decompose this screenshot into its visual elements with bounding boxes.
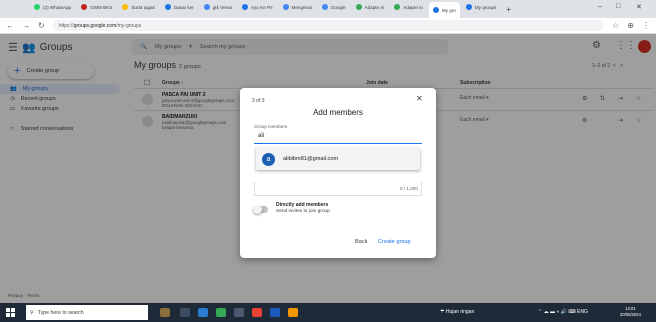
- system-tray[interactable]: ⌃ ☁ ▬ ◖ 🔊 ⌨ ENG: [538, 309, 588, 315]
- tab-label: Adapte In: [403, 4, 423, 10]
- group-members-input[interactable]: ali: [254, 130, 422, 144]
- maximize-icon[interactable]: □: [616, 3, 620, 10]
- tab-favicon-icon: [34, 4, 40, 10]
- toggle-title: Directly add members: [276, 202, 329, 208]
- back-icon[interactable]: ←: [6, 21, 14, 30]
- clock[interactable]: 12:01 20/05/2024: [620, 306, 641, 318]
- forward-icon[interactable]: →: [22, 21, 30, 30]
- tab-label: My gro: [441, 7, 456, 13]
- add-members-dialog: 3 of 3 ✕ Add members Group members ali a…: [240, 88, 436, 258]
- file-explorer-icon[interactable]: [198, 308, 208, 317]
- chrome-icon[interactable]: [252, 308, 262, 317]
- windows-taskbar: ⚲ Type here to search ☂ Hujan ringan ⌃ ☁…: [0, 303, 656, 322]
- browser-tab-strip: (2) WhatsApp GWM BKS Surat tugas Dasar ker g…: [0, 0, 656, 18]
- address-bar: ← → ↻ https://groups.google.com/my-group…: [0, 18, 656, 34]
- tab-label: My groups: [474, 4, 497, 10]
- url-prefix: https://: [58, 22, 74, 29]
- browser-tab[interactable]: (2) WhatsApp: [30, 0, 75, 14]
- tab-favicon-icon: [355, 4, 362, 10]
- url-field[interactable]: https://groups.google.com/my-groups: [52, 20, 605, 31]
- tab-favicon-icon: [164, 4, 171, 10]
- windows-start-icon[interactable]: [6, 308, 15, 317]
- close-icon[interactable]: ✕: [416, 94, 423, 103]
- tab-favicon-icon: [432, 7, 439, 13]
- create-group-submit-button[interactable]: Create group: [378, 239, 411, 245]
- browser-tab[interactable]: My gro: [428, 2, 460, 18]
- tab-label: gtk Verva: [212, 4, 232, 10]
- url-path: /my-groups: [116, 22, 142, 29]
- browser-tab[interactable]: Adapte In: [352, 0, 389, 14]
- tab-label: Dasar ker: [173, 4, 194, 10]
- clock-time: 12:01: [625, 306, 636, 311]
- taskbar-search[interactable]: ⚲ Type here to search: [26, 305, 148, 320]
- browser-tab[interactable]: Surat tugas: [118, 0, 159, 14]
- browser-tab[interactable]: GWM BKS: [77, 0, 116, 14]
- close-window-icon[interactable]: ✕: [636, 3, 642, 11]
- tab-favicon-icon: [241, 4, 248, 10]
- tab-label: GWM BKS: [90, 4, 113, 10]
- back-button[interactable]: Back: [355, 239, 367, 245]
- dialog-title: Add members: [313, 108, 363, 117]
- direct-add-toggle[interactable]: [253, 205, 268, 214]
- browser-menu-icon[interactable]: ⋮: [642, 21, 650, 30]
- tab-favicon-icon: [465, 4, 472, 10]
- browser-tab[interactable]: Dasar ker: [161, 0, 198, 14]
- taskbar-app-icon[interactable]: [160, 308, 170, 317]
- tab-favicon-icon: [122, 4, 129, 10]
- tab-favicon-icon: [282, 4, 289, 10]
- weather-widget[interactable]: ☂ Hujan ringan: [440, 309, 474, 315]
- browser-tab[interactable]: Adapte In: [390, 0, 427, 14]
- taskbar-app-icon[interactable]: [234, 308, 244, 317]
- browser-tab[interactable]: Ayo Ke Pe: [238, 0, 277, 14]
- search-icon: ⚲: [30, 309, 34, 316]
- extensions-icon[interactable]: ⊕: [627, 21, 634, 30]
- clock-date: 20/05/2024: [620, 312, 641, 317]
- weather-text: Hujan ringan: [445, 309, 475, 315]
- suggestion-email: alibibm81@gmail.com: [283, 156, 339, 162]
- reload-icon[interactable]: ↻: [38, 21, 45, 30]
- suggestion-avatar: a: [262, 152, 275, 166]
- tab-favicon-icon: [394, 4, 401, 10]
- star-page-icon[interactable]: ☆: [612, 21, 619, 30]
- taskbar-search-placeholder: Type here to search: [37, 309, 84, 316]
- taskbar-app-icon[interactable]: [288, 308, 298, 317]
- browser-tab[interactable]: Mengenal: [279, 0, 316, 14]
- task-view-icon[interactable]: [180, 308, 190, 317]
- member-counter: 0 / 1,000: [400, 186, 418, 191]
- tab-label: Ayo Ke Pe: [250, 4, 273, 10]
- url-host: groups.google.com: [73, 22, 117, 29]
- taskbar-app-icon[interactable]: [216, 308, 226, 317]
- member-suggestion[interactable]: a alibibm81@gmail.com: [256, 148, 420, 170]
- browser-tab[interactable]: My groups: [462, 0, 500, 14]
- tab-label: Mengenal: [291, 4, 312, 10]
- tab-list: (2) WhatsApp GWM BKS Surat tugas Dasar ker g…: [30, 0, 500, 18]
- browser-tab[interactable]: gtk Verva: [200, 0, 236, 14]
- new-tab-icon[interactable]: +: [506, 5, 511, 14]
- tab-label: Surat tugas: [131, 4, 155, 10]
- tab-favicon-icon: [321, 4, 328, 10]
- minimize-icon[interactable]: –: [598, 3, 602, 10]
- tab-label: Adapte In: [364, 4, 385, 10]
- tab-favicon-icon: [203, 4, 210, 10]
- step-indicator: 3 of 3: [252, 98, 265, 104]
- members-textarea[interactable]: [254, 182, 422, 196]
- toggle-subtitle: Send invites to join group: [276, 209, 330, 214]
- word-icon[interactable]: [270, 308, 280, 317]
- browser-tab[interactable]: Google: [318, 0, 350, 14]
- tab-label: Google: [330, 4, 346, 10]
- tab-favicon-icon: [81, 4, 88, 10]
- tab-label: (2) WhatsApp: [43, 4, 72, 10]
- group-members-label: Group members: [254, 124, 288, 129]
- language-indicator: ENG: [577, 309, 588, 315]
